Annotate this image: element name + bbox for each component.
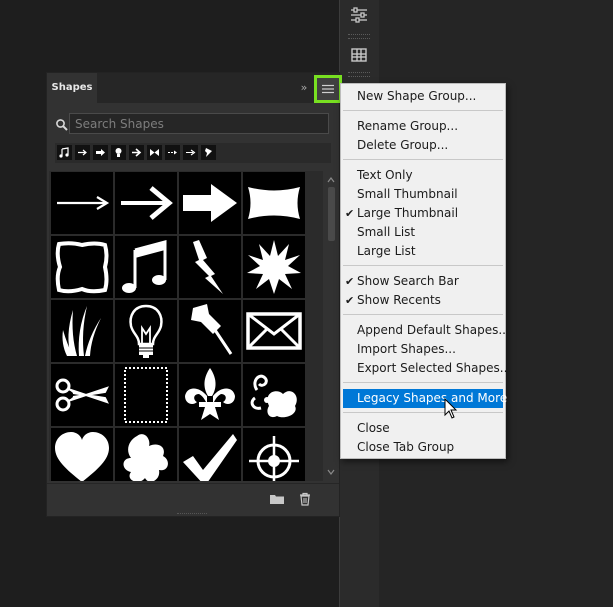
- scroll-thumb[interactable]: [328, 187, 335, 241]
- trash-icon[interactable]: [297, 491, 313, 507]
- menu-item-small-thumbnail[interactable]: Small Thumbnail: [343, 185, 503, 204]
- shape-scissors-icon[interactable]: [51, 364, 113, 426]
- shape-arrow-thin-icon[interactable]: [51, 172, 113, 234]
- shape-envelope-icon[interactable]: [243, 300, 305, 362]
- recent-arrow-right-icon[interactable]: [93, 145, 108, 160]
- mouse-cursor-icon: [444, 398, 458, 419]
- shape-ornament-icon[interactable]: [243, 364, 305, 426]
- shape-target-icon[interactable]: [243, 428, 305, 481]
- panel-footer: [47, 483, 339, 514]
- recent-arrow-right-icon[interactable]: [129, 145, 144, 160]
- shape-grass-icon[interactable]: [51, 300, 113, 362]
- menu-item-append-default-shapes[interactable]: Append Default Shapes...: [343, 321, 510, 340]
- menu-item-delete-group[interactable]: Delete Group...: [343, 136, 503, 155]
- menu-item-large-thumbnail[interactable]: ✔ Large Thumbnail: [343, 204, 503, 223]
- scroll-down-icon[interactable]: [326, 467, 336, 477]
- menu-separator: [343, 412, 503, 413]
- shape-banner-icon[interactable]: [243, 172, 305, 234]
- menu-item-close[interactable]: Close: [343, 419, 503, 438]
- search-input[interactable]: [69, 113, 329, 134]
- menu-item-show-search-bar[interactable]: ✔ Show Search Bar: [343, 272, 503, 291]
- shape-pushpin-icon[interactable]: [179, 300, 241, 362]
- checkmark-icon: ✔: [345, 207, 355, 220]
- menu-item-close-tab-group[interactable]: Close Tab Group: [343, 438, 503, 457]
- menu-separator: [343, 265, 503, 266]
- tab-shapes[interactable]: Shapes: [47, 73, 97, 103]
- dock-grip[interactable]: [348, 34, 370, 39]
- recent-arrow-right-icon[interactable]: [183, 145, 198, 160]
- search-icon: [55, 117, 69, 131]
- shapes-panel: Shapes »: [46, 72, 342, 517]
- shapes-scrollbar[interactable]: [325, 173, 337, 479]
- panel-menu-button[interactable]: [314, 75, 342, 103]
- menu-separator: [343, 314, 503, 315]
- panel-header: Shapes »: [47, 73, 339, 103]
- menu-item-large-list[interactable]: Large List: [343, 242, 503, 261]
- shape-stamp-frame-icon[interactable]: [115, 364, 177, 426]
- sliders-icon[interactable]: [347, 5, 371, 25]
- double-chevron-right-icon[interactable]: »: [297, 80, 311, 96]
- menu-item-text-only[interactable]: Text Only: [343, 166, 503, 185]
- menu-item-show-recents[interactable]: ✔ Show Recents: [343, 291, 503, 310]
- shape-starburst-icon[interactable]: [243, 236, 305, 298]
- menu-item-export-selected-shapes[interactable]: Export Selected Shapes...: [343, 359, 511, 378]
- shape-fleur-de-lis-icon[interactable]: [179, 364, 241, 426]
- folder-icon[interactable]: [269, 491, 285, 507]
- shape-heart-icon[interactable]: [51, 428, 113, 481]
- hamburger-menu-icon: [322, 84, 334, 94]
- menu-separator: [343, 110, 503, 111]
- panel-flyout-menu: New Shape Group... Rename Group... Delet…: [340, 83, 511, 459]
- menu-item-rename-group[interactable]: Rename Group...: [343, 117, 503, 136]
- checkmark-icon: ✔: [345, 294, 355, 307]
- menu-separator: [343, 159, 503, 160]
- checkmark-icon: ✔: [345, 275, 355, 288]
- grid-icon[interactable]: [347, 45, 371, 65]
- search-bar: [55, 113, 331, 135]
- recent-music-note-icon[interactable]: [57, 145, 72, 160]
- shape-arrow-block-icon[interactable]: [179, 172, 241, 234]
- shape-arrow-chevron-icon[interactable]: [115, 172, 177, 234]
- shape-checkmark-icon[interactable]: [179, 428, 241, 481]
- shape-blob-icon[interactable]: [115, 428, 177, 481]
- menu-separator: [343, 382, 503, 383]
- menu-item-legacy-shapes-and-more[interactable]: Legacy Shapes and More: [343, 389, 507, 408]
- scroll-up-icon[interactable]: [326, 175, 336, 185]
- shape-music-note-icon[interactable]: [115, 236, 177, 298]
- dock-grip[interactable]: [348, 72, 370, 77]
- shape-lightbulb-icon[interactable]: [115, 300, 177, 362]
- recents-bar: [55, 143, 331, 163]
- menu-item-new-shape-group[interactable]: New Shape Group...: [343, 87, 503, 106]
- recent-arrow-right-icon[interactable]: [75, 145, 90, 160]
- shape-lightning-icon[interactable]: [179, 236, 241, 298]
- recent-bowtie-icon[interactable]: [147, 145, 162, 160]
- recent-pushpin-icon[interactable]: [201, 145, 216, 160]
- menu-item-import-shapes[interactable]: Import Shapes...: [343, 340, 503, 359]
- shape-frame-icon[interactable]: [51, 236, 113, 298]
- recent-arrow-right-icon[interactable]: [165, 145, 180, 160]
- panel-resize-grip[interactable]: [177, 513, 207, 517]
- recent-lightbulb-icon[interactable]: [111, 145, 126, 160]
- shapes-grid: [49, 171, 323, 481]
- menu-item-small-list[interactable]: Small List: [343, 223, 503, 242]
